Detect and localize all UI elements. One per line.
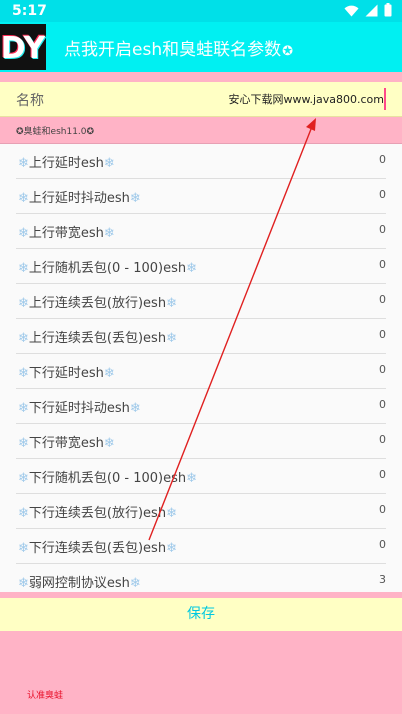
settings-row-value: 0 [379, 153, 386, 166]
settings-row-text: 弱网控制协议esh [28, 576, 130, 591]
footer-text: 认准臭蛙 [27, 691, 64, 701]
settings-row-label: ❄下行随机丢包(0 - 100)esh❄ [18, 467, 197, 486]
settings-row-text: 上行延时抖动esh [28, 191, 130, 206]
settings-row-value: 0 [379, 258, 386, 271]
app-logo-icon: DY DY DY [0, 24, 46, 70]
settings-row-text: 下行延时抖动esh [28, 401, 130, 416]
app-title-button[interactable]: 点我开启esh和臭蛙联名参数✪ [64, 35, 293, 60]
settings-row-value: 0 [379, 223, 386, 236]
settings-row-text: 上行随机丢包(0 - 100)esh [28, 261, 187, 276]
app-logo: DY DY DY [0, 24, 46, 70]
snowflake-icon: ❄ [18, 331, 29, 346]
name-row: 名称 [0, 82, 402, 117]
settings-list: ❄上行延时esh❄ 0 ❄上行延时抖动esh❄ 0 ❄上行带宽esh❄ 0 ❄上行随机丢包(… [0, 144, 402, 592]
settings-row-value: 3 [379, 573, 386, 586]
settings-row-text: 下行随机丢包(0 - 100)esh [28, 471, 187, 486]
settings-row-text: 上行延时esh [28, 156, 104, 171]
svg-text:DY: DY [1, 31, 46, 66]
section-header: ✪臭蛙和esh11.0✪ [0, 118, 402, 144]
battery-icon [384, 3, 392, 17]
settings-row-value: 0 [379, 328, 386, 341]
settings-row-value: 0 [379, 433, 386, 446]
snowflake-icon: ❄ [18, 506, 29, 521]
app-title-text: 点我开启esh和臭蛙联名参数 [64, 40, 282, 60]
snowflake-icon: ❄ [166, 506, 177, 521]
settings-row-label: ❄下行延时抖动esh❄ [18, 397, 141, 416]
settings-row-value: 0 [379, 293, 386, 306]
settings-row-value: 0 [379, 398, 386, 411]
snowflake-icon: ❄ [18, 296, 29, 311]
settings-row-text: 上行连续丢包(丢包)esh [28, 331, 167, 346]
settings-row[interactable]: ❄上行延时esh❄ 0 [16, 144, 386, 179]
snowflake-icon: ❄ [186, 261, 198, 276]
settings-row[interactable]: ❄上行带宽esh❄ 0 [16, 214, 386, 249]
settings-row-label: ❄下行连续丢包(放行)esh❄ [18, 502, 177, 521]
snowflake-icon: ❄ [129, 401, 141, 416]
settings-row-text: 下行带宽esh [28, 436, 104, 451]
settings-row[interactable]: ❄下行延时esh❄ 0 [16, 354, 386, 389]
settings-row-label: ❄弱网控制协议esh❄ [18, 572, 141, 591]
snowflake-icon: ❄ [18, 261, 29, 276]
settings-row[interactable]: ❄下行延时抖动esh❄ 0 [16, 389, 386, 424]
settings-row-value: 0 [379, 503, 386, 516]
settings-row-label: ❄下行带宽esh❄ [18, 432, 115, 451]
settings-row[interactable]: ❄下行连续丢包(丢包)esh❄ 0 [16, 529, 386, 564]
snowflake-icon: ❄ [103, 366, 115, 381]
app-bar: DY DY DY 点我开启esh和臭蛙联名参数✪ [0, 22, 402, 72]
settings-row-label: ❄上行连续丢包(丢包)esh❄ [18, 327, 177, 346]
snowflake-icon: ❄ [166, 541, 177, 556]
snowflake-icon: ❄ [129, 191, 141, 206]
settings-row[interactable]: ❄弱网控制协议esh❄ 3 [16, 564, 386, 598]
settings-row[interactable]: ❄下行连续丢包(放行)esh❄ 0 [16, 494, 386, 529]
settings-row-value: 0 [379, 538, 386, 551]
settings-row-text: 上行连续丢包(放行)esh [28, 296, 167, 311]
settings-row-text: 上行带宽esh [28, 226, 104, 241]
snowflake-icon: ❄ [186, 471, 198, 486]
settings-row-label: ❄上行延时esh❄ [18, 152, 115, 171]
snowflake-icon: ❄ [18, 366, 29, 381]
snowflake-icon: ❄ [166, 331, 177, 346]
snowflake-icon: ❄ [18, 156, 29, 171]
snowflake-icon: ❄ [18, 191, 29, 206]
settings-row[interactable]: ❄上行延时抖动esh❄ 0 [16, 179, 386, 214]
settings-row[interactable]: ❄上行连续丢包(丢包)esh❄ 0 [16, 319, 386, 354]
settings-row-label: ❄上行连续丢包(放行)esh❄ [18, 292, 177, 311]
signal-icon [365, 4, 378, 16]
settings-row-text: 下行连续丢包(放行)esh [28, 506, 167, 521]
status-time: 5:17 [12, 3, 47, 19]
snowflake-icon: ❄ [103, 226, 115, 241]
settings-row[interactable]: ❄上行随机丢包(0 - 100)esh❄ 0 [16, 249, 386, 284]
settings-row[interactable]: ❄下行带宽esh❄ 0 [16, 424, 386, 459]
status-icons [344, 3, 392, 17]
snowflake-icon: ❄ [103, 436, 115, 451]
snowflake-icon: ❄ [18, 471, 29, 486]
snowflake-icon: ❄ [166, 296, 177, 311]
name-label: 名称 [16, 93, 44, 109]
star-circle-icon: ✪ [282, 44, 293, 59]
settings-row-value: 0 [379, 363, 386, 376]
name-input[interactable] [184, 88, 386, 110]
status-bar: 5:17 [0, 0, 402, 22]
settings-row-label: ❄上行带宽esh❄ [18, 222, 115, 241]
save-button[interactable]: 保存 [0, 598, 402, 631]
settings-row-label: ❄下行连续丢包(丢包)esh❄ [18, 537, 177, 556]
settings-row-text: 下行连续丢包(丢包)esh [28, 541, 167, 556]
settings-row-value: 0 [379, 188, 386, 201]
snowflake-icon: ❄ [129, 576, 141, 591]
settings-row[interactable]: ❄下行随机丢包(0 - 100)esh❄ 0 [16, 459, 386, 494]
snowflake-icon: ❄ [18, 436, 29, 451]
wifi-icon [344, 5, 359, 17]
settings-row-label: ❄上行延时抖动esh❄ [18, 187, 141, 206]
settings-row-label: ❄上行随机丢包(0 - 100)esh❄ [18, 257, 197, 276]
snowflake-icon: ❄ [18, 401, 29, 416]
snowflake-icon: ❄ [103, 156, 115, 171]
snowflake-icon: ❄ [18, 576, 29, 591]
settings-row-text: 下行延时esh [28, 366, 104, 381]
snowflake-icon: ❄ [18, 541, 29, 556]
snowflake-icon: ❄ [18, 226, 29, 241]
settings-row-label: ❄下行延时esh❄ [18, 362, 115, 381]
settings-row[interactable]: ❄上行连续丢包(放行)esh❄ 0 [16, 284, 386, 319]
section-title: ✪臭蛙和esh11.0✪ [16, 127, 95, 137]
settings-row-value: 0 [379, 468, 386, 481]
